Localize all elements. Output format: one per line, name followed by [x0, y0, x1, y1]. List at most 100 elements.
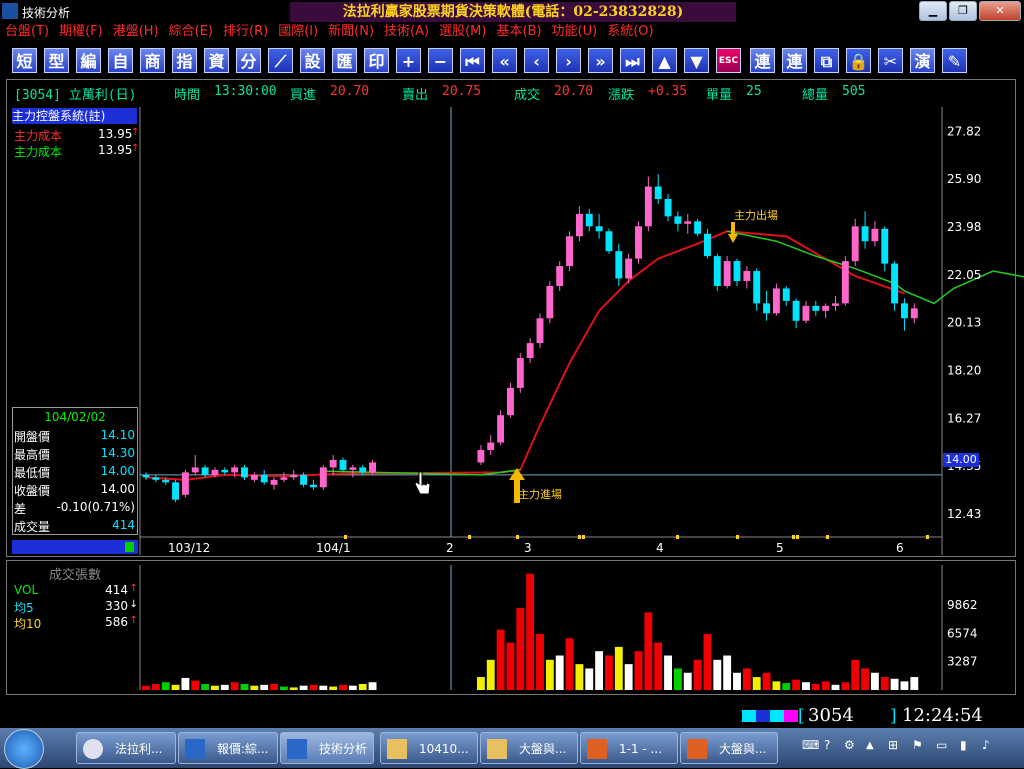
candle-body	[585, 213, 593, 227]
date-tick-label: 4	[656, 541, 664, 555]
candle-body	[901, 303, 908, 319]
candle-body	[369, 462, 376, 473]
candle-body	[664, 198, 672, 217]
candle-body	[349, 467, 357, 470]
candle-body	[792, 300, 800, 321]
candle-body	[241, 467, 248, 478]
event-marker	[792, 535, 795, 539]
symbol-input[interactable]: 3054	[808, 705, 878, 726]
taskbar-item-label: 技術分析	[319, 742, 368, 756]
candle-body	[595, 226, 603, 232]
up-arrow-icon: ↑	[129, 583, 138, 594]
candle-body	[812, 305, 820, 311]
candle-body	[891, 263, 899, 304]
volume-stat-value: 586	[105, 615, 128, 629]
candle-body	[172, 482, 179, 500]
taskbar-item[interactable]: 大盤與...	[680, 732, 778, 764]
candle-body	[231, 467, 239, 473]
candle-body	[556, 266, 564, 286]
status-indicator	[756, 710, 770, 722]
taskbar-item-label: 大盤與...	[519, 742, 567, 756]
event-marker	[926, 535, 929, 539]
candle-body	[654, 186, 662, 199]
event-marker	[516, 535, 519, 539]
candle-body	[536, 318, 544, 344]
candle-body	[772, 288, 780, 314]
taskbar-item-label: 10410...	[419, 742, 469, 756]
candle-body	[851, 226, 859, 262]
date-tick-label: 3	[524, 541, 532, 555]
price-tick-label: 16.27	[947, 411, 981, 425]
candle-body	[782, 288, 790, 301]
candle-body	[841, 261, 849, 304]
keyboard-icon[interactable]: ⌨	[802, 738, 819, 752]
candle-body	[260, 474, 268, 483]
display-icon[interactable]: ▭	[936, 738, 947, 752]
candle-body	[802, 305, 810, 321]
candle-body	[861, 226, 869, 242]
candle-body	[822, 305, 830, 311]
taskbar-item[interactable]: 大盤與...	[480, 732, 578, 764]
candle-body	[280, 477, 288, 480]
candle-body	[575, 213, 583, 237]
action-center-icon[interactable]: ⚑	[912, 738, 923, 752]
taskbar: 法拉利... 報價:綜... 技術分析 10410... 大盤與... 1-1 …	[0, 728, 1024, 769]
price-tick-label: 20.13	[947, 315, 981, 329]
candle-body	[684, 221, 692, 224]
current-price-tag: 14.00	[943, 453, 979, 467]
windows-flag-icon[interactable]: ⊞	[888, 738, 898, 752]
price-tick-label: 22.05	[947, 268, 981, 282]
candle-body	[832, 303, 839, 306]
date-tick-label: 2	[446, 541, 454, 555]
folder-icon	[387, 739, 407, 759]
help-icon[interactable]: ?	[824, 738, 830, 752]
event-marker	[468, 535, 471, 539]
windows-start-icon[interactable]	[4, 729, 44, 769]
candle-body	[152, 477, 160, 480]
event-marker	[736, 535, 739, 539]
candle-body	[201, 467, 209, 475]
event-marker	[582, 535, 585, 539]
event-marker	[826, 535, 829, 539]
volume-stat-row: VOL 414 ↑	[14, 583, 138, 597]
taskbar-item-label: 1-1 - ...	[619, 742, 663, 756]
candle-body	[181, 472, 189, 495]
candle-body	[743, 271, 751, 281]
candle-body	[477, 450, 485, 463]
candle-body	[300, 474, 308, 485]
candle-body	[635, 226, 642, 259]
candle-body	[733, 261, 741, 281]
candle-body	[497, 415, 505, 443]
system-tray: ⌨ ? ⚙ ▲ ⊞ ⚑ ▭ ▮ ♪	[796, 728, 1024, 768]
network-icon[interactable]: ▮	[960, 738, 967, 752]
taskbar-item[interactable]: 報價:綜...	[178, 732, 278, 764]
candle-body	[310, 484, 317, 488]
event-marker	[344, 535, 347, 539]
volume-stat-label: 均5	[14, 601, 34, 615]
volume-stat-value: 414	[105, 583, 128, 597]
candle-body	[615, 251, 623, 279]
settings-icon[interactable]: ⚙	[844, 738, 855, 752]
date-tick-label: 5	[776, 541, 784, 555]
taskbar-item-active[interactable]: 技術分析	[280, 732, 374, 764]
candle-body	[221, 469, 229, 473]
event-marker	[796, 535, 799, 539]
candle-body	[566, 236, 573, 267]
volume-stat-row: 均5 330 ↓	[14, 599, 138, 616]
taskbar-item[interactable]: 法拉利...	[76, 732, 176, 764]
candle-body	[881, 228, 889, 264]
candle-body	[516, 358, 524, 388]
volume-title: 成交張數	[48, 568, 101, 583]
taskbar-item[interactable]: 1-1 - ...	[580, 732, 678, 764]
candle-body	[763, 303, 770, 314]
volume-stat-row: 均10 586 ↑	[14, 615, 138, 632]
candle-body	[191, 467, 199, 473]
tray-expand-icon[interactable]: ▲	[866, 740, 874, 751]
candle-body	[605, 231, 613, 252]
candle-body	[319, 467, 327, 488]
price-tick-label: 27.82	[947, 124, 981, 138]
taskbar-item[interactable]: 10410...	[380, 732, 478, 764]
volume-frame	[6, 560, 1016, 695]
chart-app-icon	[287, 739, 307, 759]
volume-icon[interactable]: ♪	[982, 738, 990, 752]
